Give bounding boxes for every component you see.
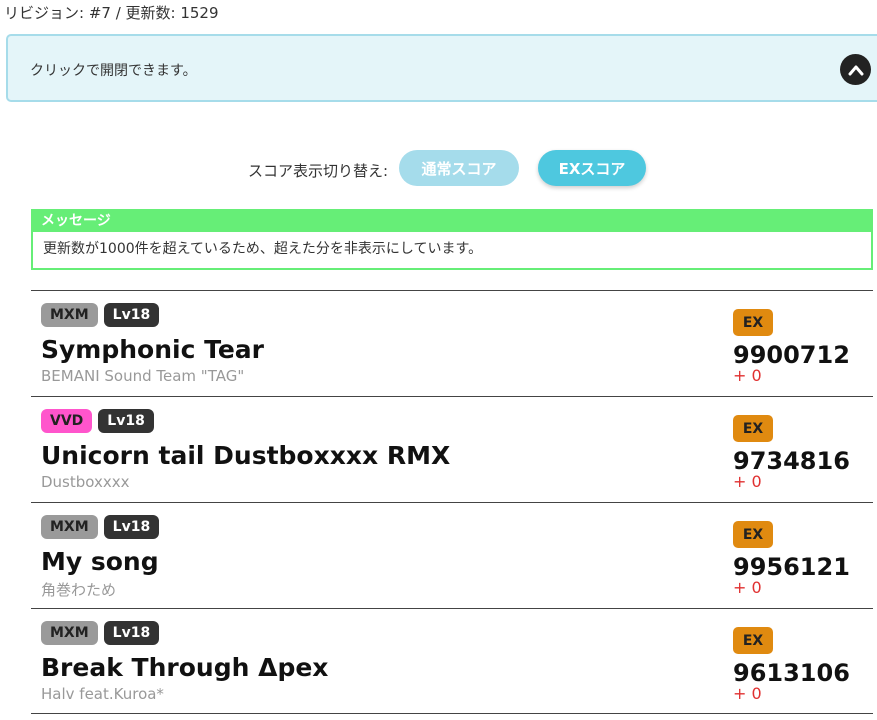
score-type-badge: EX — [733, 521, 773, 548]
score-difference: + 0 — [733, 578, 762, 597]
chevron-up-icon — [848, 65, 863, 75]
difficulty-badge: MXM — [41, 515, 98, 539]
message-box: メッセージ 更新数が1000件を超えているため、超えた分を非表示にしています。 — [31, 209, 873, 270]
song-row[interactable]: MXM Lv18 My song 角巻わため EX 9956121 + 0 — [31, 502, 873, 608]
song-row[interactable]: VVD Lv18 Unicorn tail Dustboxxxx RMX Dus… — [31, 396, 873, 502]
level-badge: Lv18 — [103, 621, 160, 645]
score-display-switch: スコア表示切り替え: 通常スコア EXスコア — [0, 150, 877, 188]
score-type-badge: EX — [733, 415, 773, 442]
score-value: 9956121 — [733, 553, 850, 581]
difficulty-badge: MXM — [41, 303, 98, 327]
score-difference: + 0 — [733, 684, 762, 703]
level-badge: Lv18 — [103, 303, 160, 327]
song-artist: Halv feat.Kuroa* — [41, 685, 164, 703]
song-artist: Dustboxxxx — [41, 473, 130, 491]
score-value: 9734816 — [733, 447, 850, 475]
info-text: クリックで開閉できます。 — [30, 63, 197, 79]
song-title: Break Through Δpex — [41, 653, 329, 682]
level-badge: Lv18 — [103, 515, 160, 539]
score-type-badge: EX — [733, 309, 773, 336]
collapse-toggle-button[interactable] — [840, 54, 871, 85]
song-title: Unicorn tail Dustboxxxx RMX — [41, 441, 451, 470]
song-title: My song — [41, 547, 159, 576]
difficulty-badge: VVD — [41, 409, 93, 433]
score-value: 9900712 — [733, 341, 850, 369]
song-list: MXM Lv18 Symphonic Tear BEMANI Sound Tea… — [31, 290, 873, 714]
level-badge: Lv18 — [98, 409, 154, 433]
message-body: 更新数が1000件を超えているため、超えた分を非表示にしています。 — [43, 241, 483, 257]
score-switch-label: スコア表示切り替え: — [248, 162, 389, 180]
collapsible-info-box[interactable]: クリックで開閉できます。 — [6, 34, 877, 102]
difficulty-badge: MXM — [41, 621, 98, 645]
revision-text: リビジョン: #7 / 更新数: 1529 — [4, 4, 219, 22]
score-difference: + 0 — [733, 472, 762, 491]
song-title: Symphonic Tear — [41, 335, 264, 364]
score-value: 9613106 — [733, 659, 850, 687]
song-row[interactable]: MXM Lv18 Symphonic Tear BEMANI Sound Tea… — [31, 290, 873, 396]
song-row[interactable]: MXM Lv18 Break Through Δpex Halv feat.Ku… — [31, 608, 873, 714]
song-artist: 角巻わため — [41, 581, 117, 599]
normal-score-button[interactable]: 通常スコア — [399, 150, 519, 186]
ex-score-button[interactable]: EXスコア — [538, 150, 646, 186]
score-type-badge: EX — [733, 627, 773, 654]
score-difference: + 0 — [733, 366, 762, 385]
message-header: メッセージ — [33, 211, 871, 232]
song-artist: BEMANI Sound Team "TAG" — [41, 367, 245, 385]
